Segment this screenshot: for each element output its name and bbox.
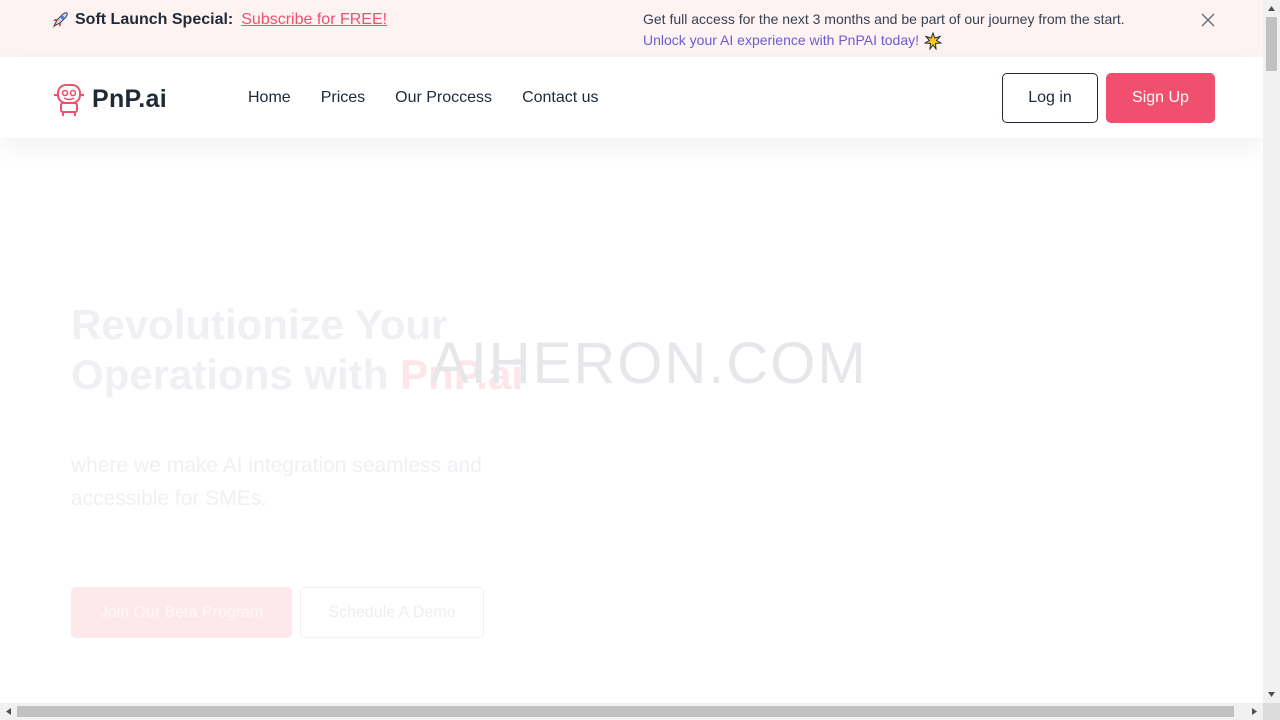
page-viewport: Soft Launch Special: Subscribe for FREE!… xyxy=(0,0,1263,703)
nav-item-prices[interactable]: Prices xyxy=(321,89,365,107)
nav-item-contact-us[interactable]: Contact us xyxy=(522,89,598,107)
announcement-message-line2: Unlock your AI experience with PnPAI tod… xyxy=(643,32,919,48)
announcement-bar: Soft Launch Special: Subscribe for FREE!… xyxy=(0,0,1263,57)
brand-name: PnP.ai xyxy=(92,84,167,113)
scrollbar-corner xyxy=(1263,703,1280,720)
close-icon[interactable] xyxy=(1199,11,1217,29)
sparkle-icon xyxy=(924,31,942,50)
site-header: PnP.ai Home Prices Our Proccess Contact … xyxy=(0,57,1263,138)
login-button[interactable]: Log in xyxy=(1002,73,1098,123)
announcement-message-line2-row: Unlock your AI experience with PnPAI tod… xyxy=(643,30,1125,51)
scroll-up-arrow-icon[interactable] xyxy=(1263,0,1280,17)
join-beta-button[interactable]: Join Our Beta Program xyxy=(71,587,292,638)
schedule-demo-button[interactable]: Schedule A Demo xyxy=(300,587,484,638)
announcement-left: Soft Launch Special: Subscribe for FREE! xyxy=(50,10,387,30)
nav-item-our-process[interactable]: Our Proccess xyxy=(395,89,492,107)
brand[interactable]: PnP.ai xyxy=(50,81,167,117)
announcement-message: Get full access for the next 3 months an… xyxy=(643,9,1125,51)
scroll-left-arrow-icon[interactable] xyxy=(0,703,17,720)
announcement-message-line1: Get full access for the next 3 months an… xyxy=(643,11,1125,27)
subscribe-link[interactable]: Subscribe for FREE! xyxy=(241,11,387,29)
vertical-scroll-thumb[interactable] xyxy=(1266,17,1277,71)
scroll-right-arrow-icon[interactable] xyxy=(1246,703,1263,720)
main-nav: Home Prices Our Proccess Contact us xyxy=(248,89,629,107)
hero-title-line2-prefix: Operations with xyxy=(71,351,389,398)
signup-button[interactable]: Sign Up xyxy=(1106,73,1215,123)
horizontal-scrollbar[interactable] xyxy=(0,703,1263,720)
hero-subtitle: where we make AI integration seamless an… xyxy=(71,454,482,510)
vertical-scrollbar[interactable] xyxy=(1263,0,1280,703)
nav-item-home[interactable]: Home xyxy=(248,89,291,107)
scroll-down-arrow-icon[interactable] xyxy=(1263,686,1280,703)
rocket-icon xyxy=(52,12,68,28)
robot-logo-icon xyxy=(54,84,84,116)
announcement-label: Soft Launch Special: xyxy=(75,11,234,28)
watermark: AIHERON.COM xyxy=(430,331,868,396)
horizontal-scroll-thumb[interactable] xyxy=(17,706,1234,717)
